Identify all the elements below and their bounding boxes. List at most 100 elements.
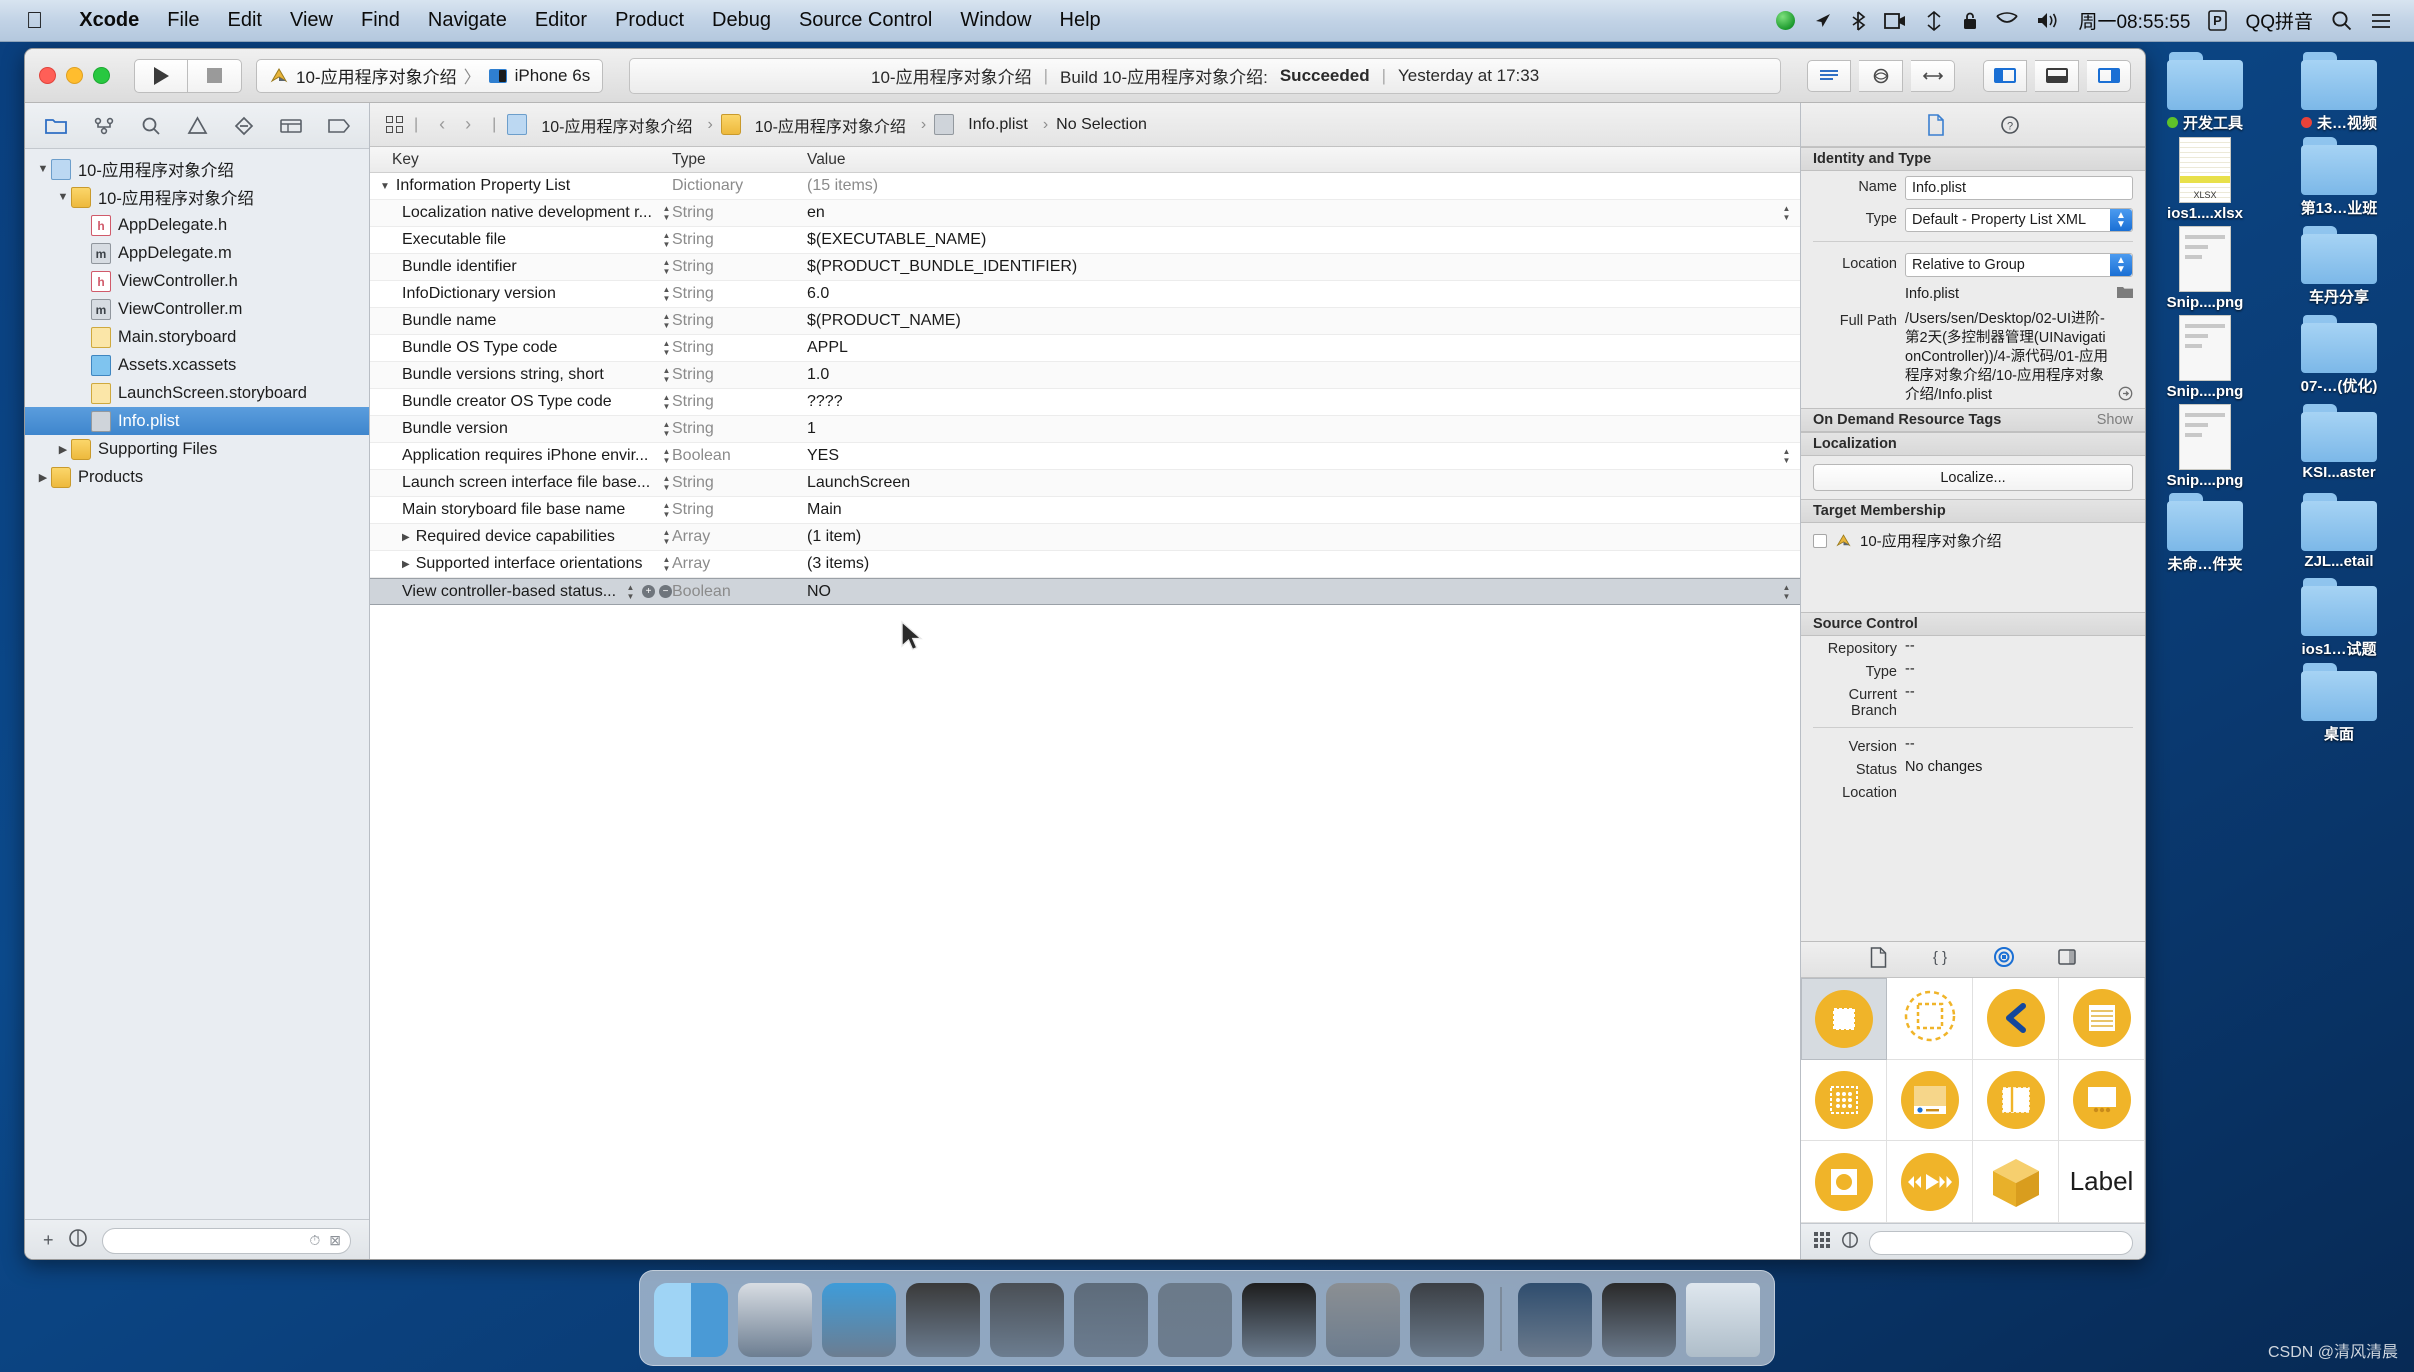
- plist-type[interactable]: String: [672, 393, 807, 411]
- plist-row-actions[interactable]: + −: [642, 585, 672, 598]
- menu-item-help[interactable]: Help: [1046, 9, 1115, 32]
- plist-type[interactable]: String: [672, 420, 807, 438]
- library-object-label-object[interactable]: Label: [2059, 1141, 2145, 1223]
- plist-value-stepper[interactable]: ▲ ▼: [661, 259, 672, 276]
- plist-value[interactable]: NO: [807, 583, 1781, 601]
- desktop-icon[interactable]: 07-…(优化): [2272, 315, 2406, 404]
- library-object-view-controller-object[interactable]: [1801, 978, 1887, 1060]
- choose-folder-icon[interactable]: [2117, 285, 2133, 302]
- plist-row[interactable]: ▶ Required device capabilities ▲ ▼ Array (1 i…: [370, 524, 1800, 551]
- version-editor-button[interactable]: [1911, 59, 1955, 92]
- back-button[interactable]: ‹: [429, 114, 455, 135]
- plist-value[interactable]: en: [807, 204, 1781, 222]
- menu-item-find[interactable]: Find: [347, 9, 414, 32]
- desktop-icon[interactable]: KSI...aster: [2272, 404, 2406, 493]
- desktop-icon[interactable]: ZJL...etail: [2272, 493, 2406, 578]
- object-library-grid[interactable]: Label: [1801, 978, 2145, 1223]
- plist-value[interactable]: Main: [807, 501, 1800, 519]
- remove-row-button[interactable]: −: [659, 585, 672, 598]
- find-navigator-icon[interactable]: [141, 115, 161, 137]
- plist-type[interactable]: String: [672, 231, 807, 249]
- filter-input[interactable]: ⏱ ⊠: [101, 1227, 351, 1254]
- plist-type[interactable]: Dictionary: [672, 177, 807, 195]
- plist-type[interactable]: Array: [672, 555, 807, 573]
- plist-key[interactable]: InfoDictionary version: [402, 285, 661, 303]
- plist-row[interactable]: ▼ Information Property List Dictionary (15 …: [370, 173, 1800, 200]
- dock-settings-app[interactable]: [1326, 1283, 1400, 1357]
- navigator-item-5[interactable]: m ViewController.m: [25, 295, 369, 323]
- plist-key[interactable]: Bundle creator OS Type code: [402, 393, 661, 411]
- plist-value-stepper[interactable]: ▲ ▼: [661, 529, 672, 546]
- related-items-icon[interactable]: [386, 116, 403, 133]
- minimize-button[interactable]: [66, 67, 83, 84]
- quick-help-icon[interactable]: ?: [1999, 113, 2021, 137]
- media-library-icon[interactable]: [2057, 947, 2077, 972]
- menu-item-product[interactable]: Product: [601, 9, 698, 32]
- disclosure-open-icon[interactable]: ▼: [35, 163, 51, 175]
- location-arrow-icon[interactable]: [1813, 11, 1832, 30]
- menu-item-window[interactable]: Window: [946, 9, 1045, 32]
- plist-key[interactable]: Bundle version: [402, 420, 661, 438]
- plist-row[interactable]: Bundle OS Type code ▲ ▼ String APPL: [370, 335, 1800, 362]
- screen-record-icon[interactable]: [1884, 12, 1906, 30]
- plist-type[interactable]: String: [672, 339, 807, 357]
- desktop-icon[interactable]: XLSX ios1....xlsx: [2138, 137, 2272, 226]
- scheme-selector[interactable]: 10-应用程序对象介绍 〉 iPhone 6s: [256, 58, 604, 93]
- library-object-image-view-controller-object[interactable]: [1801, 1141, 1887, 1223]
- library-object-tab-bar-controller-object[interactable]: [1887, 1059, 1973, 1142]
- jump-bar[interactable]: | ‹ › | 10-应用程序对象介绍 › 10-应用程序对象介绍 › Info…: [370, 103, 1800, 147]
- dock-calculator-app[interactable]: [1602, 1283, 1676, 1357]
- toggle-inspector-button[interactable]: [2087, 59, 2131, 92]
- plist-row[interactable]: Bundle versions string, short ▲ ▼ String 1.0: [370, 362, 1800, 389]
- debug-navigator-icon[interactable]: [280, 115, 302, 137]
- desktop-icon[interactable]: 第13…业班: [2272, 137, 2406, 226]
- plist-value-stepper[interactable]: ▲ ▼: [661, 556, 672, 573]
- dock-finder-app[interactable]: [654, 1283, 728, 1357]
- plist-value[interactable]: YES: [807, 447, 1781, 465]
- navigator-item-7[interactable]: Assets.xcassets: [25, 351, 369, 379]
- plist-value-stepper[interactable]: ▲ ▼: [661, 367, 672, 384]
- plist-value[interactable]: APPL: [807, 339, 1800, 357]
- type-select[interactable]: Default - Property List XML ▲ ▼: [1905, 208, 2133, 232]
- plist-key[interactable]: Application requires iPhone envir...: [402, 447, 661, 465]
- plist-value[interactable]: LaunchScreen: [807, 474, 1800, 492]
- plist-type[interactable]: String: [672, 501, 807, 519]
- toggle-navigator-button[interactable]: [1983, 59, 2027, 92]
- breadcrumb-project[interactable]: 10-应用程序对象介绍 ›: [507, 113, 720, 137]
- dock-launchpad-app[interactable]: [738, 1283, 812, 1357]
- clock-display[interactable]: 周一08:55:55: [2078, 7, 2190, 34]
- reveal-arrow-icon[interactable]: [2118, 386, 2133, 405]
- volume-icon[interactable]: [2036, 11, 2060, 30]
- code-snippet-library-icon[interactable]: { }: [1929, 947, 1951, 972]
- name-input[interactable]: Info.plist: [1905, 176, 2133, 200]
- issue-navigator-icon[interactable]: [187, 115, 208, 137]
- on-demand-show-button[interactable]: Show: [2097, 412, 2133, 428]
- plist-key[interactable]: Executable file: [402, 231, 661, 249]
- desktop-icon[interactable]: 未命…件夹: [2138, 493, 2272, 578]
- dock-remote-desktop-app[interactable]: [1518, 1283, 1592, 1357]
- desktop-icon[interactable]: Snip....png: [2138, 315, 2272, 404]
- close-button[interactable]: [39, 67, 56, 84]
- plist-type[interactable]: Boolean: [672, 583, 807, 601]
- plist-value-stepper[interactable]: ▲ ▼: [661, 232, 672, 249]
- plist-type[interactable]: String: [672, 312, 807, 330]
- plist-key[interactable]: Required device capabilities: [416, 528, 661, 546]
- navigator-item-3[interactable]: m AppDelegate.m: [25, 239, 369, 267]
- plist-row[interactable]: Bundle identifier ▲ ▼ String $(PRODUCT_BUNDL…: [370, 254, 1800, 281]
- plist-editor[interactable]: Key Type Value ▼ Information Property Lis…: [370, 147, 1800, 1259]
- breakpoint-navigator-icon[interactable]: [328, 115, 350, 137]
- plist-type[interactable]: String: [672, 258, 807, 276]
- desktop-icon[interactable]: ios1…试题: [2272, 578, 2406, 663]
- plist-value[interactable]: $(PRODUCT_NAME): [807, 312, 1800, 330]
- window-controls[interactable]: [39, 67, 110, 84]
- dock-mouse-app[interactable]: [906, 1283, 980, 1357]
- plist-value-stepper[interactable]: ▲ ▼: [661, 394, 672, 411]
- navigator-item-8[interactable]: LaunchScreen.storyboard: [25, 379, 369, 407]
- menu-item-file[interactable]: File: [153, 9, 213, 32]
- navigator-item-11[interactable]: ▶ Products: [25, 463, 369, 491]
- test-navigator-icon[interactable]: [234, 115, 254, 137]
- plist-value[interactable]: 1: [807, 420, 1800, 438]
- menu-item-debug[interactable]: Debug: [698, 9, 785, 32]
- menu-bar-status-items[interactable]: 周一08:55:55 P QQ拼音: [1776, 7, 2414, 34]
- navigator-item-10[interactable]: ▶ Supporting Files: [25, 435, 369, 463]
